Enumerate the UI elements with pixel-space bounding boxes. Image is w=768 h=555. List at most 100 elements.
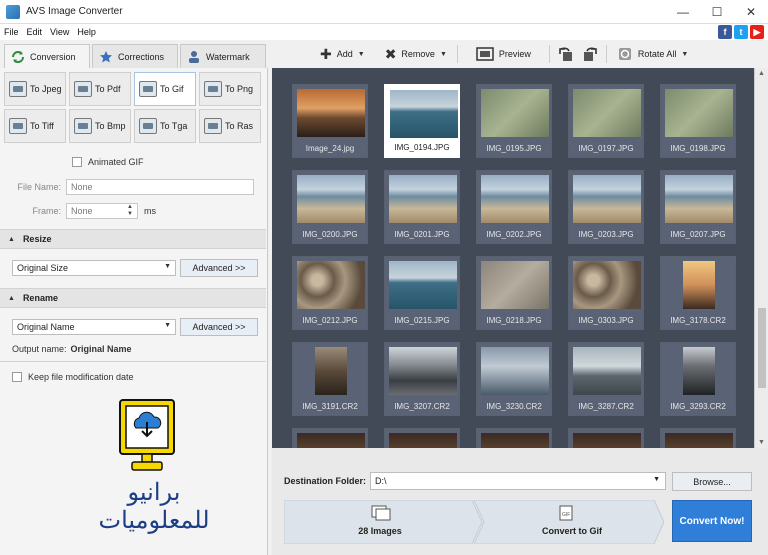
menu-view[interactable]: View xyxy=(46,27,73,37)
format-label: To Ras xyxy=(225,121,254,131)
keep-date-option[interactable]: Keep file modification date xyxy=(12,372,262,382)
resize-advanced-button[interactable]: Advanced >> xyxy=(180,259,258,277)
image-thumbnail[interactable]: IMG_0195.JPG xyxy=(476,84,552,158)
thumbnail-image xyxy=(573,347,641,395)
file-name-field[interactable]: None xyxy=(66,179,254,195)
rename-section-header[interactable]: ▲ Rename xyxy=(0,288,266,308)
remove-button[interactable]: ✖ Remove ▼ xyxy=(375,40,457,68)
thumbnail-caption: IMG_3191.CR2 xyxy=(302,402,358,411)
format-icon xyxy=(9,118,27,134)
format-button-to-tiff[interactable]: To Tiff xyxy=(4,109,66,143)
thumbnail-caption: IMG_0215.JPG xyxy=(394,316,450,325)
thumbnail-caption: IMG_3207.CR2 xyxy=(394,402,450,411)
menu-help[interactable]: Help xyxy=(73,27,100,37)
thumbnail-image xyxy=(665,433,733,448)
browse-button[interactable]: Browse... xyxy=(672,472,752,491)
close-button[interactable]: ✕ xyxy=(734,0,768,24)
scrollbar-thumb[interactable] xyxy=(758,308,766,388)
app-icon xyxy=(6,4,20,19)
image-thumbnail[interactable]: IMG_0194.JPG xyxy=(384,84,460,158)
image-thumbnail[interactable] xyxy=(384,428,460,448)
image-thumbnail[interactable]: IMG_3230.CR2 xyxy=(476,342,552,416)
minimize-button[interactable]: — xyxy=(666,0,700,24)
twitter-icon[interactable]: t xyxy=(734,25,748,39)
output-area: Destination Folder: D:\ ▼ Browse... GIF … xyxy=(272,448,768,555)
scroll-up-icon[interactable]: ▲ xyxy=(758,70,765,77)
format-button-to-png[interactable]: To Png xyxy=(199,72,261,106)
animated-gif-checkbox[interactable] xyxy=(72,157,82,167)
format-buttons: To Jpeg To Pdf To Gif To Png To Tiff To Bmp To… xyxy=(4,72,266,143)
frame-field[interactable]: None ▲ ▼ xyxy=(66,203,138,219)
image-thumbnail[interactable]: IMG_0201.JPG xyxy=(384,170,460,244)
resize-section-header[interactable]: ▲ Resize xyxy=(0,229,266,249)
rotate-left-button[interactable] xyxy=(550,40,578,68)
rotate-left-icon xyxy=(559,47,572,61)
image-thumbnail[interactable] xyxy=(476,428,552,448)
star-icon xyxy=(100,50,112,62)
format-button-to-jpeg[interactable]: To Jpeg xyxy=(4,72,66,106)
maximize-button[interactable]: ☐ xyxy=(700,0,734,24)
output-name-label: Output name: xyxy=(12,344,67,354)
image-thumbnail[interactable]: IMG_0218.JPG xyxy=(476,256,552,330)
destination-field[interactable]: D:\ ▼ xyxy=(370,472,666,490)
image-thumbnail[interactable] xyxy=(292,428,368,448)
window-controls: — ☐ ✕ xyxy=(666,0,768,24)
tab-conversion[interactable]: Conversion xyxy=(4,44,90,69)
preview-button[interactable]: Preview xyxy=(458,40,549,68)
image-thumbnail[interactable]: IMG_0202.JPG xyxy=(476,170,552,244)
image-thumbnail[interactable] xyxy=(660,428,736,448)
thumbnail-image xyxy=(481,89,549,137)
add-button[interactable]: ✚ Add ▼ xyxy=(310,40,375,68)
image-thumbnail[interactable]: IMG_3287.CR2 xyxy=(568,342,644,416)
rename-select[interactable]: Original Name ▼ xyxy=(12,319,176,335)
thumbnail-caption: IMG_0202.JPG xyxy=(486,230,542,239)
image-thumbnail[interactable]: IMG_0303.JPG xyxy=(568,256,644,330)
frame-value: None xyxy=(71,206,93,216)
format-button-to-ras[interactable]: To Ras xyxy=(199,109,261,143)
vertical-scrollbar[interactable]: ▲ ▼ xyxy=(754,68,768,448)
youtube-icon[interactable]: ▶ xyxy=(750,25,764,39)
gif-file-icon: GIF xyxy=(559,505,573,521)
chevron-down-icon: ▼ xyxy=(681,50,689,58)
image-thumbnail[interactable]: IMG_0198.JPG xyxy=(660,84,736,158)
thumbnail-image xyxy=(297,175,365,223)
rotate-right-button[interactable] xyxy=(578,40,606,68)
rename-advanced-button[interactable]: Advanced >> xyxy=(180,318,258,336)
scroll-down-icon[interactable]: ▼ xyxy=(758,439,765,446)
step-images-count: 28 Images xyxy=(358,526,402,536)
image-thumbnail[interactable]: IMG_3207.CR2 xyxy=(384,342,460,416)
image-thumbnail[interactable] xyxy=(568,428,644,448)
thumbnail-list: Image_24.jpg IMG_0194.JPG IMG_0195.JPG IMG_… xyxy=(292,84,752,448)
image-thumbnail[interactable]: IMG_0207.JPG xyxy=(660,170,736,244)
image-thumbnail[interactable]: IMG_0212.JPG xyxy=(292,256,368,330)
tab-watermark[interactable]: Watermark xyxy=(180,44,266,68)
workflow-steps: GIF xyxy=(284,500,664,544)
image-thumbnail[interactable]: IMG_0215.JPG xyxy=(384,256,460,330)
format-button-to-pdf[interactable]: To Pdf xyxy=(69,72,131,106)
image-thumbnail[interactable]: IMG_0203.JPG xyxy=(568,170,644,244)
thumbnail-image xyxy=(297,433,365,448)
chevron-down-icon: ▼ xyxy=(164,263,171,270)
image-thumbnail[interactable]: IMG_0197.JPG xyxy=(568,84,644,158)
frame-stepper[interactable]: ▲ ▼ xyxy=(127,204,133,218)
image-thumbnail[interactable]: IMG_0200.JPG xyxy=(292,170,368,244)
menu-edit[interactable]: Edit xyxy=(23,27,47,37)
image-thumbnail[interactable]: IMG_3178.CR2 xyxy=(660,256,736,330)
format-button-to-tga[interactable]: To Tga xyxy=(134,109,196,143)
format-button-to-gif[interactable]: To Gif xyxy=(134,72,196,106)
image-thumbnail[interactable]: IMG_3293.CR2 xyxy=(660,342,736,416)
rotate-all-button[interactable]: Rotate All ▼ xyxy=(607,40,698,68)
tab-corrections[interactable]: Corrections xyxy=(92,44,178,68)
format-button-to-bmp[interactable]: To Bmp xyxy=(69,109,131,143)
rotate-all-icon xyxy=(618,48,631,60)
animated-gif-option[interactable]: Animated GIF xyxy=(72,157,262,167)
image-thumbnail[interactable]: IMG_3191.CR2 xyxy=(292,342,368,416)
cloud-download-logo-icon xyxy=(119,399,175,471)
thumbnail-image xyxy=(665,89,733,137)
facebook-icon[interactable]: f xyxy=(718,25,732,39)
menu-file[interactable]: File xyxy=(0,27,23,37)
convert-now-button[interactable]: Convert Now! xyxy=(672,500,752,542)
keep-date-checkbox[interactable] xyxy=(12,372,22,382)
resize-select[interactable]: Original Size ▼ xyxy=(12,260,176,276)
image-thumbnail[interactable]: Image_24.jpg xyxy=(292,84,368,158)
